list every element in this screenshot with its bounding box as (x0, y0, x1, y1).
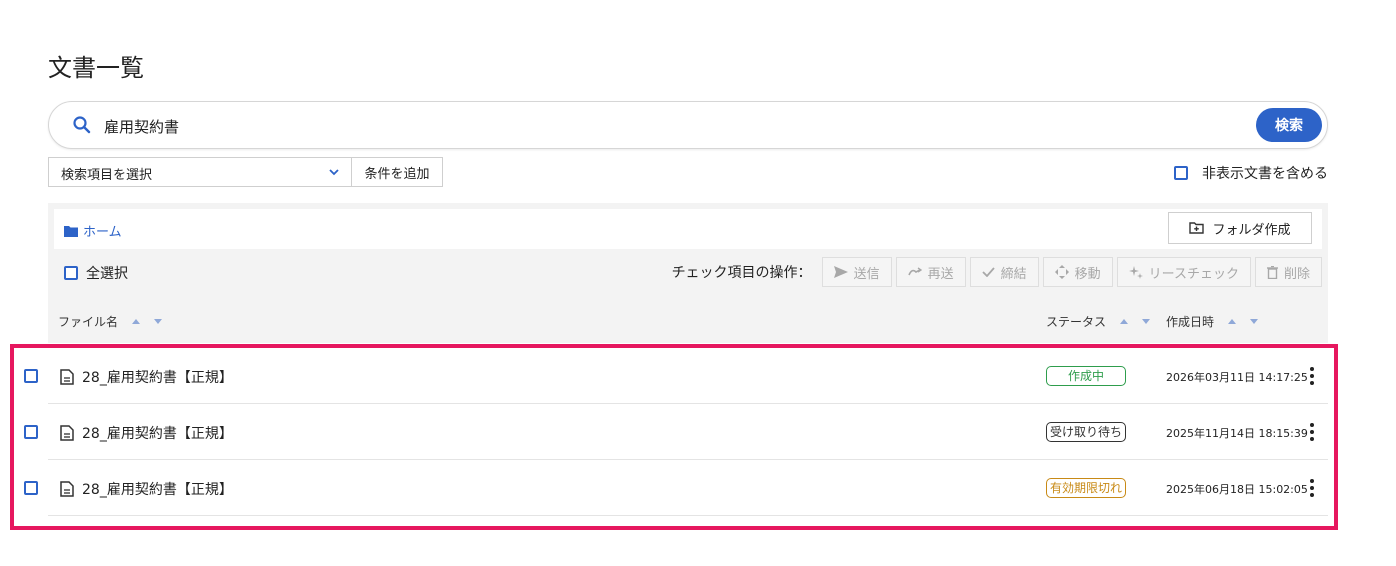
created-date: 2025年11月14日 18:15:39 (1166, 427, 1308, 440)
column-header-status[interactable]: ステータス (1046, 313, 1151, 330)
lease-check-button[interactable]: リースチェック (1116, 257, 1251, 287)
resend-label: 再送 (927, 266, 954, 282)
resend-button[interactable]: 再送 (895, 257, 966, 287)
column-header-filename[interactable]: ファイル名 (58, 313, 163, 330)
send-button[interactable]: 送信 (821, 257, 892, 287)
row-divider (48, 515, 1328, 516)
column-header-created[interactable]: 作成日時 (1166, 313, 1259, 330)
file-name[interactable]: 28_雇用契約書【正規】 (82, 423, 233, 443)
search-bar: 検索 (48, 101, 1328, 149)
table-row[interactable]: 28_雇用契約書【正規】 有効期限切れ 2025年06月18日 15:02:05 (18, 460, 1328, 516)
select-all-checkbox[interactable] (64, 266, 78, 280)
sort-controls[interactable] (132, 319, 163, 324)
conclude-button[interactable]: 締結 (969, 257, 1039, 287)
bulk-actions-label: チェック項目の操作： (671, 265, 812, 281)
created-date: 2025年06月18日 15:02:05 (1166, 483, 1308, 496)
row-checkbox[interactable] (24, 369, 38, 383)
resend-icon (907, 267, 922, 276)
status-badge: 有効期限切れ (1046, 478, 1126, 498)
more-options-icon[interactable] (1308, 421, 1316, 443)
include-hidden-label: 非表示文書を含める (1202, 166, 1328, 182)
column-filename-label: ファイル名 (58, 315, 119, 329)
search-input[interactable] (104, 112, 1204, 140)
breadcrumb-home-label: ホーム (83, 225, 122, 240)
trash-icon (1266, 265, 1278, 279)
breadcrumb: ホーム フォルダ作成 (54, 209, 1322, 249)
select-all-label: 全選択 (86, 266, 128, 282)
sort-desc-icon[interactable] (154, 319, 163, 324)
conclude-label: 締結 (1000, 266, 1027, 282)
chevron-down-icon (329, 169, 339, 176)
sort-asc-icon[interactable] (132, 319, 141, 324)
search-field-select[interactable]: 検索項目を選択 (48, 157, 352, 187)
delete-label: 削除 (1283, 266, 1310, 282)
column-created-label: 作成日時 (1166, 315, 1215, 329)
add-condition-button[interactable]: 条件を追加 (351, 157, 443, 187)
check-icon (981, 267, 995, 277)
status-badge: 作成中 (1046, 366, 1126, 386)
create-folder-label: フォルダ作成 (1212, 222, 1291, 238)
more-options-icon[interactable] (1308, 365, 1316, 387)
move-button[interactable]: 移動 (1042, 257, 1113, 287)
folder-add-icon (1189, 222, 1205, 234)
breadcrumb-home[interactable]: ホーム (64, 221, 122, 240)
lease-check-icon (1128, 266, 1143, 279)
sort-asc-icon[interactable] (1120, 319, 1129, 324)
folder-icon (64, 225, 78, 237)
more-options-icon[interactable] (1308, 477, 1316, 499)
include-hidden-checkbox[interactable] (1174, 166, 1188, 180)
file-name[interactable]: 28_雇用契約書【正規】 (82, 367, 233, 387)
bulk-actions: チェック項目の操作： 送信 再送 締結 移動 リースチェック 削除 (672, 257, 1322, 287)
select-all[interactable]: 全選択 (64, 263, 128, 283)
table-row[interactable]: 28_雇用契約書【正規】 受け取り待ち 2025年11月14日 18:15:39 (18, 404, 1328, 460)
send-icon (833, 266, 848, 278)
sort-controls[interactable] (1228, 319, 1259, 324)
created-date: 2026年03月11日 14:17:25 (1166, 371, 1308, 384)
sort-controls[interactable] (1120, 319, 1151, 324)
document-icon (60, 369, 74, 385)
search-button[interactable]: 検索 (1256, 108, 1322, 142)
file-name[interactable]: 28_雇用契約書【正規】 (82, 479, 233, 499)
create-folder-button[interactable]: フォルダ作成 (1168, 212, 1312, 244)
page-title: 文書一覧 (48, 54, 144, 82)
table-row[interactable]: 28_雇用契約書【正規】 作成中 2026年03月11日 14:17:25 (18, 348, 1328, 404)
row-checkbox[interactable] (24, 481, 38, 495)
document-icon (60, 481, 74, 497)
search-field-select-label: 検索項目を選択 (61, 168, 153, 183)
send-label: 送信 (853, 266, 880, 282)
document-table-header: ホーム フォルダ作成 全選択 チェック項目の操作： 送信 再送 締結 移動 リー… (48, 203, 1328, 343)
sort-desc-icon[interactable] (1250, 319, 1259, 324)
sort-asc-icon[interactable] (1228, 319, 1237, 324)
sort-desc-icon[interactable] (1142, 319, 1151, 324)
move-label: 移動 (1074, 266, 1101, 282)
document-icon (60, 425, 74, 441)
delete-button[interactable]: 削除 (1254, 257, 1322, 287)
column-status-label: ステータス (1046, 315, 1107, 329)
include-hidden-toggle[interactable]: 非表示文書を含める (1174, 163, 1328, 183)
lease-check-label: リースチェック (1148, 266, 1239, 282)
row-checkbox[interactable] (24, 425, 38, 439)
search-icon (73, 116, 91, 134)
move-icon (1054, 265, 1069, 279)
status-badge: 受け取り待ち (1046, 422, 1126, 442)
